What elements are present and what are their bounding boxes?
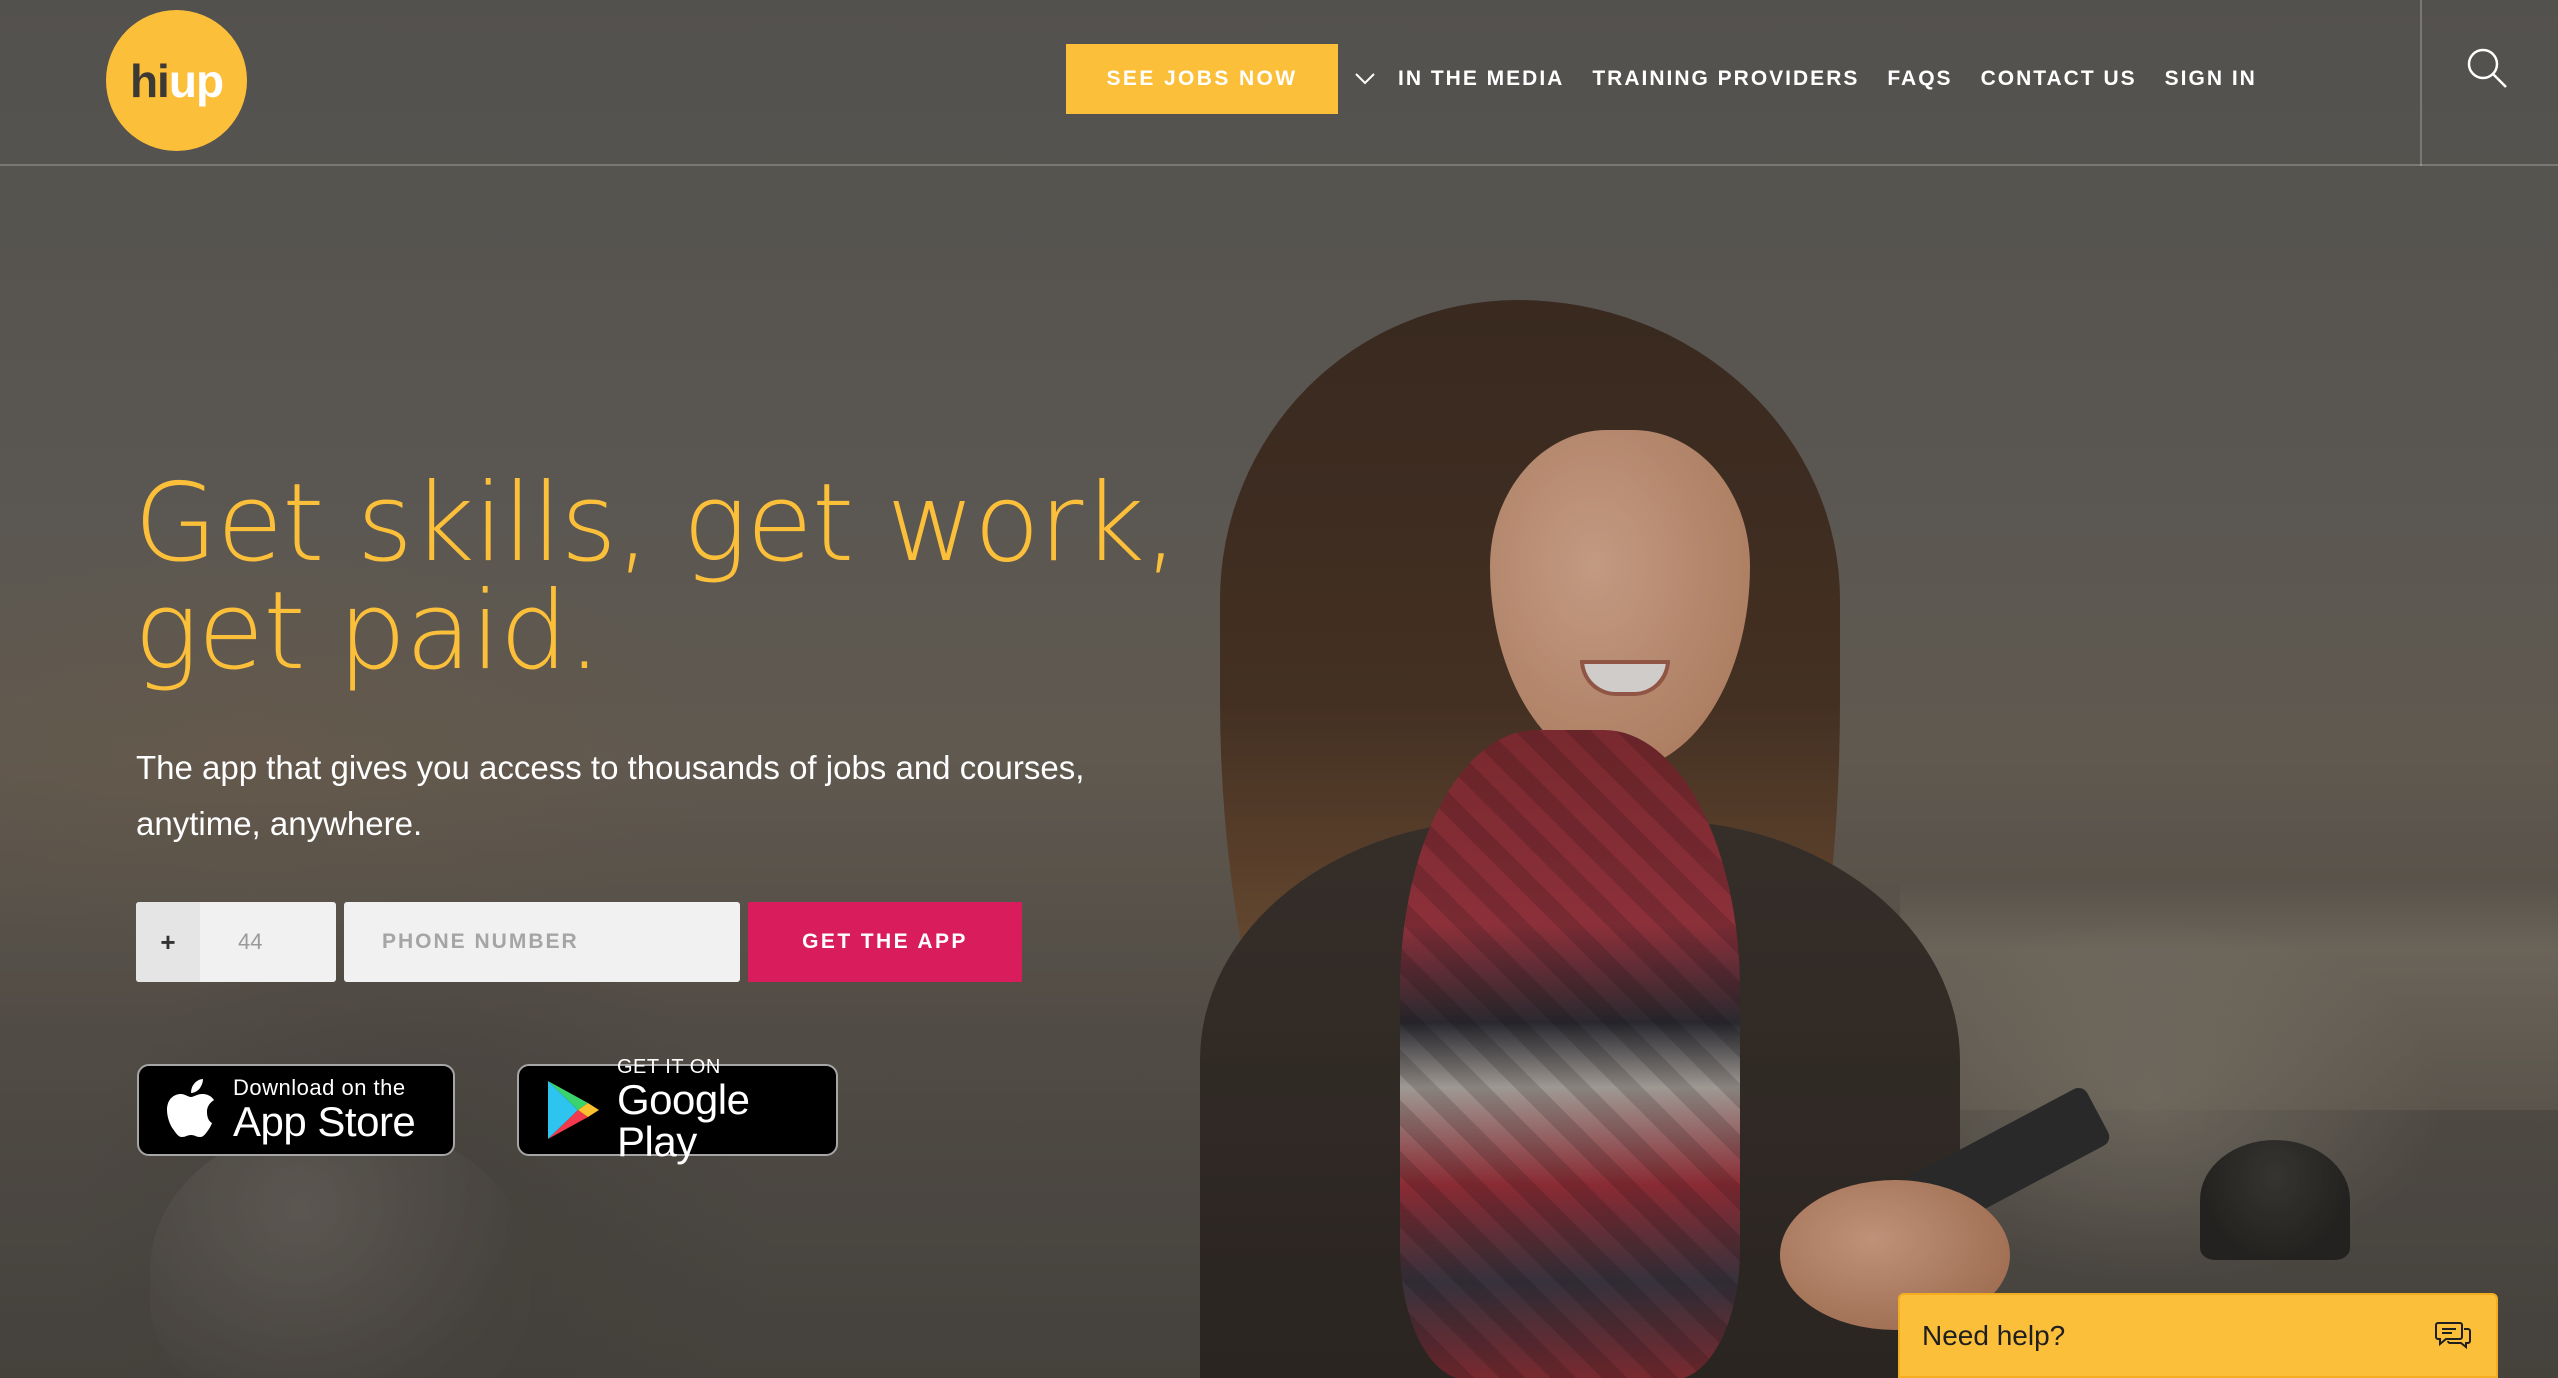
country-code-plus: + (136, 902, 200, 982)
search-icon (2467, 48, 2507, 88)
app-store-badge-small: Download on the (233, 1075, 406, 1100)
google-play-badge[interactable]: GET IT ON Google Play (517, 1057, 838, 1163)
header-divider (2420, 0, 2422, 166)
need-help-widget[interactable]: Need help? (1898, 1293, 2498, 1378)
hiup-logo[interactable]: hiup (106, 10, 247, 151)
nav-link-sign-in[interactable]: SIGN IN (2165, 67, 2257, 91)
chat-bubbles-icon (2434, 1320, 2472, 1352)
apple-icon (165, 1079, 217, 1141)
site-header: hiup SEE JOBS NOW IN THE MEDIA TRAINING … (0, 0, 2558, 166)
google-play-badge-text: GET IT ON Google Play (617, 1057, 836, 1163)
country-code-field: + (136, 902, 336, 982)
country-code-input[interactable] (200, 902, 336, 982)
hero-title: Get skills, get work, get paid. (134, 470, 1234, 686)
hero-title-line-2: get paid. (134, 569, 602, 694)
google-play-badge-small: GET IT ON (617, 1056, 721, 1078)
logo-up: up (168, 54, 224, 107)
nav-link-training-providers[interactable]: TRAINING PROVIDERS (1592, 67, 1859, 91)
get-the-app-button[interactable]: GET THE APP (748, 902, 1022, 982)
google-play-icon (545, 1079, 601, 1141)
phone-number-input[interactable] (344, 902, 740, 982)
get-app-form: + GET THE APP (136, 902, 1022, 982)
app-store-badge-text: Download on the App Store (233, 1075, 416, 1145)
logo-hi: hi (129, 54, 170, 107)
app-store-badge-big: App Store (233, 1098, 416, 1145)
main-nav: SEE JOBS NOW IN THE MEDIA TRAINING PROVI… (1066, 44, 2257, 114)
hero-subtitle: The app that gives you access to thousan… (136, 740, 1196, 852)
app-store-badge[interactable]: Download on the App Store (137, 1064, 455, 1156)
hero-subtitle-line-2: anytime, anywhere. (136, 805, 423, 842)
google-play-badge-big: Google Play (617, 1076, 750, 1165)
need-help-label: Need help? (1922, 1319, 2066, 1351)
hero-title-line-1: Get skills, get work, (134, 461, 1178, 586)
nav-link-in-the-media[interactable]: IN THE MEDIA (1398, 67, 1564, 91)
nav-link-faqs[interactable]: FAQS (1887, 67, 1952, 91)
search-button[interactable] (2462, 44, 2512, 94)
logo-text: hiup (129, 54, 224, 108)
see-jobs-now-button[interactable]: SEE JOBS NOW (1066, 44, 1338, 114)
hero-subtitle-line-1: The app that gives you access to thousan… (136, 749, 1085, 786)
nav-link-contact-us[interactable]: CONTACT US (1981, 67, 2137, 91)
chevron-down-icon[interactable] (1354, 68, 1376, 90)
